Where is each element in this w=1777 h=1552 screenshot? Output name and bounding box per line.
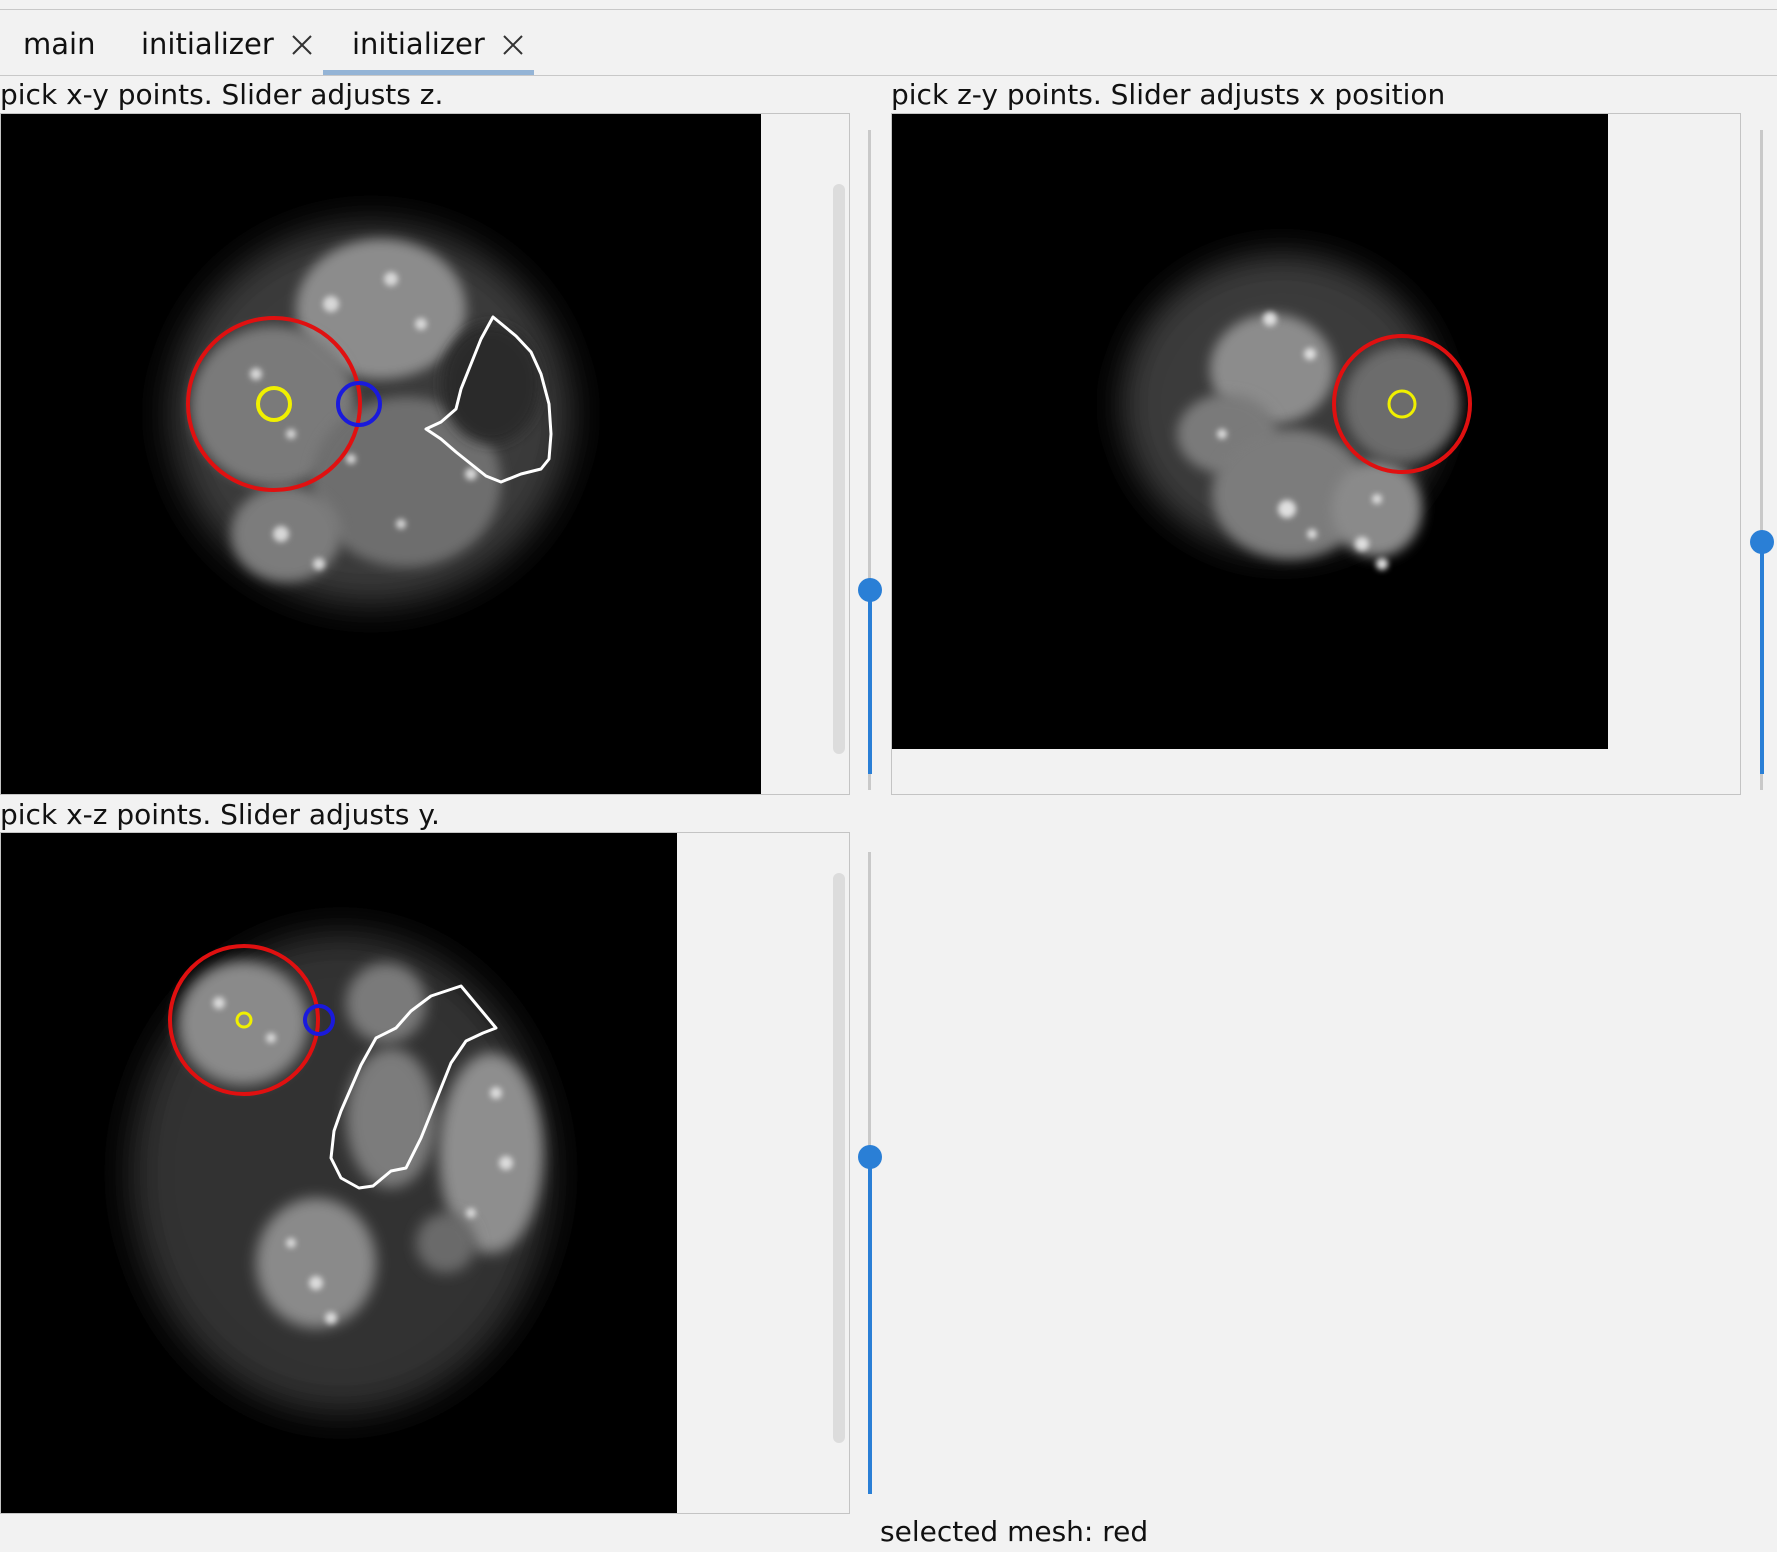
zy-viewer-frame — [891, 113, 1741, 795]
tab-label: initializer — [352, 27, 485, 61]
z-slider-fill — [868, 591, 872, 774]
tab-bar: main initializer initializer — [0, 10, 1777, 76]
zy-panel-title: pick z-y points. Slider adjusts x positi… — [891, 78, 1446, 111]
z-slider-handle[interactable] — [858, 578, 882, 602]
tab-initializer-2[interactable]: initializer — [352, 24, 524, 74]
zy-image-canvas[interactable] — [892, 114, 1608, 749]
x-slider-fill — [1760, 544, 1764, 774]
tab-label: main — [23, 27, 96, 61]
xz-image-canvas[interactable] — [1, 833, 677, 1513]
xz-vertical-scrollbar[interactable] — [833, 873, 845, 1443]
xz-viewer-frame — [0, 832, 850, 1514]
window-top-edge — [0, 0, 1777, 10]
xy-panel-title: pick x-y points. Slider adjusts z. — [0, 78, 444, 111]
selected-mesh-status: selected mesh: red — [880, 1512, 1148, 1552]
tab-label: initializer — [141, 27, 274, 61]
close-icon[interactable] — [502, 34, 524, 56]
status-value: red — [1102, 1515, 1149, 1548]
xz-panel-title: pick x-z points. Slider adjusts y. — [0, 798, 440, 831]
y-slider-handle[interactable] — [858, 1145, 882, 1169]
y-slider-fill — [868, 1157, 872, 1494]
xy-viewer-frame — [0, 113, 850, 795]
x-slider-handle[interactable] — [1750, 530, 1774, 554]
xy-image-canvas[interactable] — [1, 114, 761, 794]
close-icon[interactable] — [291, 34, 313, 56]
xy-vertical-scrollbar[interactable] — [833, 184, 845, 754]
tab-initializer-1[interactable]: initializer — [141, 24, 313, 74]
tab-main[interactable]: main — [23, 24, 95, 74]
status-label: selected mesh: — [880, 1515, 1094, 1548]
active-tab-indicator — [323, 70, 534, 75]
